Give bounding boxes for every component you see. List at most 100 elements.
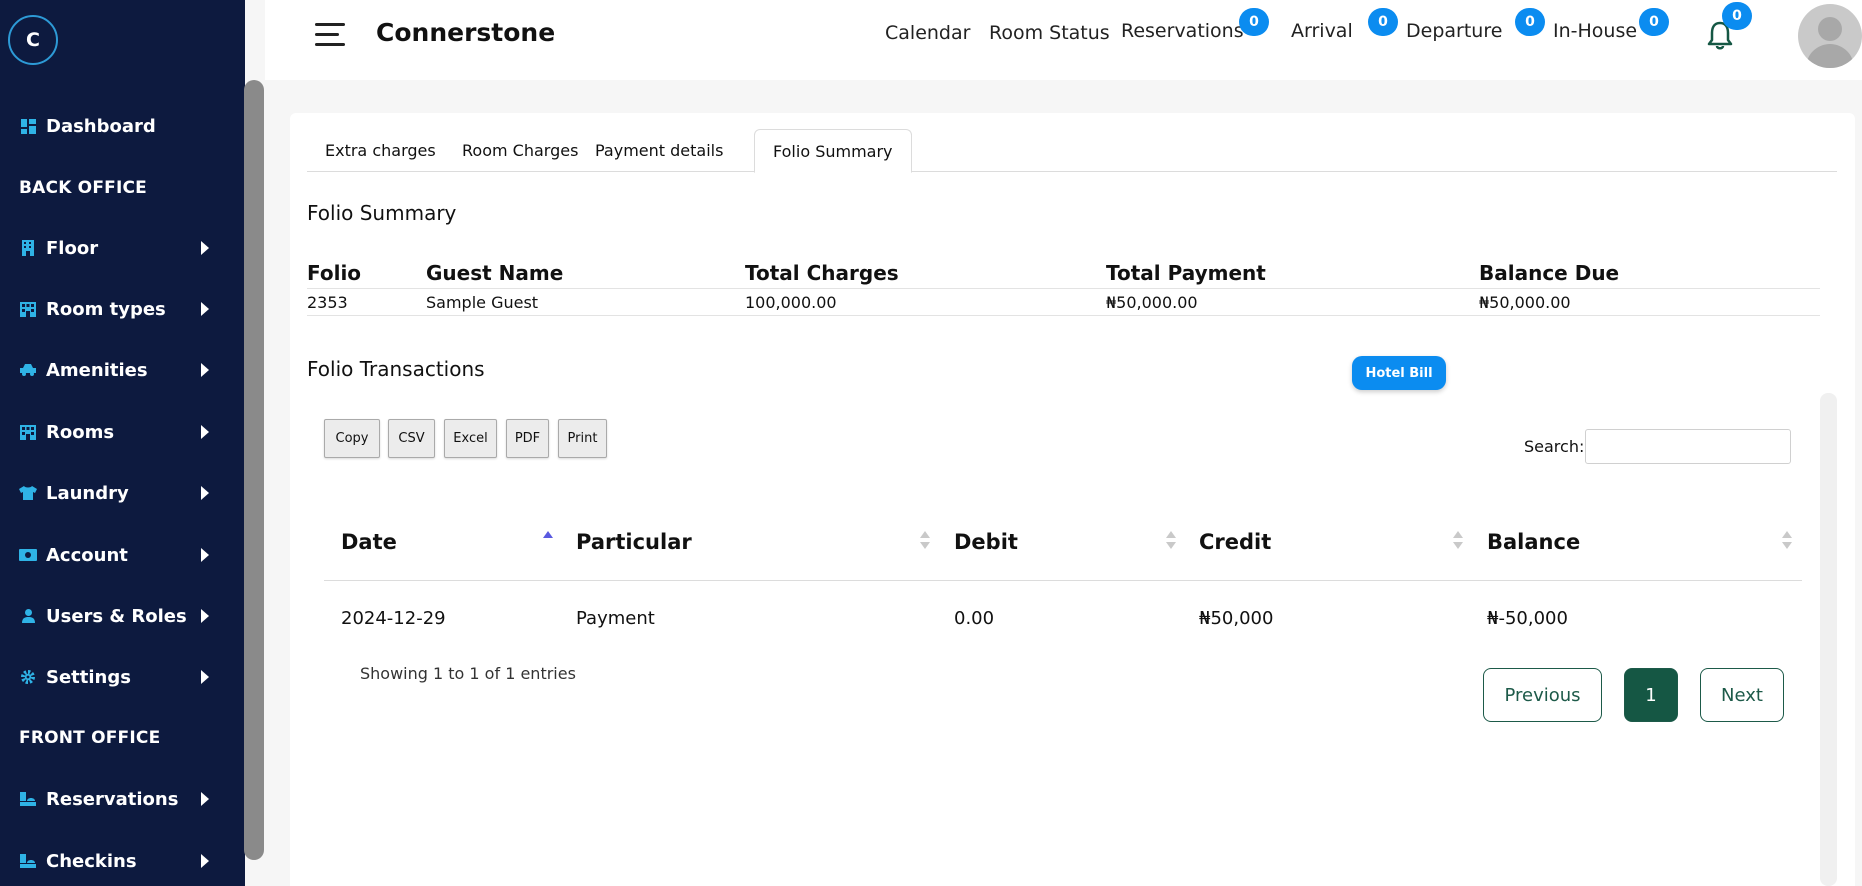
caret-right-icon xyxy=(201,792,209,806)
sidebar-item-rooms[interactable]: Rooms xyxy=(0,412,230,452)
sidebar-item-amenities[interactable]: Amenities xyxy=(0,350,230,390)
sidebar-item-label: Room types xyxy=(46,298,166,320)
caret-right-icon xyxy=(201,241,209,255)
summary-header-total-payment: Total Payment xyxy=(1106,261,1266,285)
sort-asc-icon xyxy=(543,531,553,551)
gear-icon xyxy=(19,668,37,686)
column-header-debit[interactable]: Debit xyxy=(954,530,1018,554)
section-back-office: BACK OFFICE xyxy=(19,178,147,198)
copy-button[interactable]: Copy xyxy=(324,419,380,458)
summary-header-balance-due: Balance Due xyxy=(1479,261,1620,285)
cell-debit: 0.00 xyxy=(954,608,995,629)
sidebar-scrollbar[interactable] xyxy=(244,80,264,860)
sidebar: C Dashboard BACK OFFICE Floor Room types… xyxy=(0,0,245,886)
tab-folio-summary[interactable]: Folio Summary xyxy=(754,129,912,173)
nav-in-house[interactable]: In-House xyxy=(1553,20,1637,42)
next-page-button[interactable]: Next xyxy=(1700,668,1784,722)
in-house-count-badge: 0 xyxy=(1639,8,1669,36)
building-icon xyxy=(19,239,37,257)
sidebar-item-floor[interactable]: Floor xyxy=(0,228,230,268)
csv-button[interactable]: CSV xyxy=(388,419,435,458)
sidebar-item-laundry[interactable]: Laundry xyxy=(0,473,230,513)
app-logo[interactable]: C xyxy=(8,15,58,65)
user-icon xyxy=(19,607,37,625)
sidebar-item-label: Rooms xyxy=(46,421,115,443)
summary-header-total-charges: Total Charges xyxy=(745,261,899,285)
sidebar-item-label: Settings xyxy=(46,666,131,688)
menu-icon[interactable] xyxy=(315,23,345,47)
arrival-count-badge: 0 xyxy=(1368,8,1398,36)
print-button[interactable]: Print xyxy=(558,419,607,458)
column-header-balance[interactable]: Balance xyxy=(1487,530,1580,554)
summary-header-guest-name: Guest Name xyxy=(426,261,564,285)
cell-balance: ₦-50,000 xyxy=(1487,608,1568,629)
sidebar-item-settings[interactable]: Settings xyxy=(0,657,230,697)
reservations-count-badge: 0 xyxy=(1239,8,1269,36)
shirt-icon xyxy=(19,484,37,502)
summary-total-payment-value: ₦50,000.00 xyxy=(1106,293,1198,312)
search-input[interactable] xyxy=(1585,429,1791,464)
folio-card: Extra charges Room Charges Payment detai… xyxy=(290,113,1855,886)
column-header-particular[interactable]: Particular xyxy=(576,530,692,554)
sort-icon xyxy=(1782,531,1792,551)
nav-calendar[interactable]: Calendar xyxy=(885,22,970,44)
sidebar-item-label: Reservations xyxy=(46,788,179,810)
hotel-icon xyxy=(19,300,37,318)
tab-payment-details[interactable]: Payment details xyxy=(577,129,741,172)
sort-icon xyxy=(1166,531,1176,551)
summary-total-charges-value: 100,000.00 xyxy=(745,293,837,312)
folio-summary-title: Folio Summary xyxy=(307,201,457,225)
sidebar-item-account[interactable]: Account xyxy=(0,535,230,575)
sidebar-item-dashboard[interactable]: Dashboard xyxy=(0,106,230,146)
column-header-credit[interactable]: Credit xyxy=(1199,530,1271,554)
caret-right-icon xyxy=(201,363,209,377)
summary-guest-name-value: Sample Guest xyxy=(426,293,539,312)
sidebar-item-checkins[interactable]: Checkins xyxy=(0,841,230,881)
column-header-date[interactable]: Date xyxy=(341,530,397,554)
page-1-button[interactable]: 1 xyxy=(1624,668,1678,722)
sidebar-item-label: Checkins xyxy=(46,850,137,872)
summary-balance-due-value: ₦50,000.00 xyxy=(1479,293,1571,312)
cell-particular: Payment xyxy=(576,608,655,629)
caret-right-icon xyxy=(201,302,209,316)
sidebar-item-label: Account xyxy=(46,544,128,566)
money-icon xyxy=(19,546,37,564)
section-front-office: FRONT OFFICE xyxy=(19,728,161,748)
caret-right-icon xyxy=(201,670,209,684)
sort-icon xyxy=(920,531,930,551)
sidebar-item-users-roles[interactable]: Users & Roles xyxy=(0,596,230,636)
nav-arrival[interactable]: Arrival xyxy=(1291,20,1353,42)
concierge-icon xyxy=(19,790,37,808)
dashboard-icon xyxy=(19,117,37,135)
summary-header-folio: Folio xyxy=(307,261,362,285)
caret-right-icon xyxy=(201,425,209,439)
content-scrollbar[interactable] xyxy=(1820,393,1837,886)
caret-right-icon xyxy=(201,486,209,500)
tab-room-charges[interactable]: Room Charges xyxy=(444,129,596,172)
car-icon xyxy=(19,361,37,379)
notifications-count-badge: 0 xyxy=(1722,2,1752,30)
top-bar: Connerstone Calendar Room Status Reserva… xyxy=(265,0,1862,80)
sort-icon xyxy=(1453,531,1463,551)
sidebar-item-room-types[interactable]: Room types xyxy=(0,289,230,329)
nav-reservations[interactable]: Reservations xyxy=(1121,20,1244,42)
sidebar-item-label: Floor xyxy=(46,237,99,259)
previous-page-button[interactable]: Previous xyxy=(1483,668,1602,722)
hotel-bill-button[interactable]: Hotel Bill xyxy=(1352,356,1446,390)
summary-folio-value: 2353 xyxy=(307,293,348,312)
sidebar-item-label: Laundry xyxy=(46,482,129,504)
sidebar-item-reservations[interactable]: Reservations xyxy=(0,779,230,819)
user-avatar[interactable] xyxy=(1798,4,1862,68)
hotel-icon xyxy=(19,423,37,441)
pdf-button[interactable]: PDF xyxy=(506,419,549,458)
folio-transactions-title: Folio Transactions xyxy=(307,357,485,381)
nav-departure[interactable]: Departure xyxy=(1406,20,1502,42)
tab-extra-charges[interactable]: Extra charges xyxy=(307,129,454,172)
cell-credit: ₦50,000 xyxy=(1199,608,1274,629)
caret-right-icon xyxy=(201,609,209,623)
caret-right-icon xyxy=(201,548,209,562)
tab-bar: Extra charges Room Charges Payment detai… xyxy=(307,129,1837,173)
excel-button[interactable]: Excel xyxy=(444,419,497,458)
sidebar-item-label: Users & Roles xyxy=(46,605,187,627)
nav-room-status[interactable]: Room Status xyxy=(989,22,1110,44)
